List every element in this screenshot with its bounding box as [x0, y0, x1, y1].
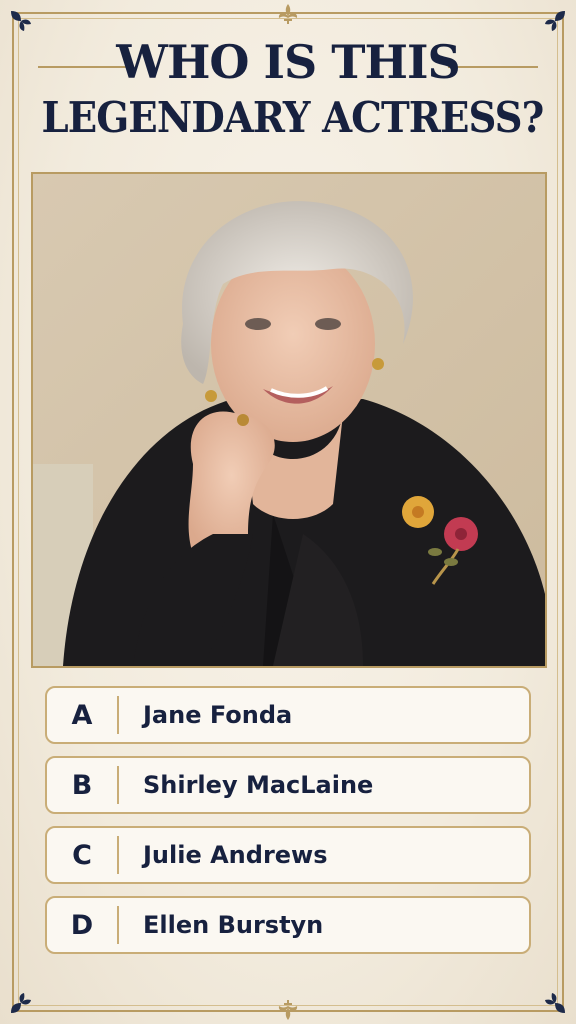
quiz-card: WHO IS THIS LEGENDARY ACTRESS? A Jane Fo…: [0, 0, 576, 1024]
answer-option-d[interactable]: D Ellen Burstyn: [45, 896, 531, 954]
answer-label: Shirley MacLaine: [143, 771, 374, 799]
answer-list: A Jane Fonda B Shirley MacLaine C Julie …: [45, 686, 531, 966]
answer-option-b[interactable]: B Shirley MacLaine: [45, 756, 531, 814]
answer-label: Ellen Burstyn: [143, 911, 324, 939]
answer-label: Jane Fonda: [143, 701, 293, 729]
answer-letter: D: [70, 909, 94, 941]
answer-letter: A: [71, 699, 93, 731]
corner-ornament-icon: [8, 8, 34, 34]
answer-option-a[interactable]: A Jane Fonda: [45, 686, 531, 744]
portrait-photo: [31, 172, 547, 668]
answer-letter: C: [72, 839, 92, 871]
title-line-2: LEGENDARY ACTRESS?: [41, 93, 544, 142]
fleur-de-lis-icon: [276, 999, 300, 1021]
corner-ornament-icon: [542, 8, 568, 34]
answer-label: Julie Andrews: [143, 841, 328, 869]
title-line-1: WHO IS THIS: [116, 35, 460, 89]
answer-letter: B: [71, 769, 93, 801]
corner-ornament-icon: [542, 990, 568, 1016]
corner-ornament-icon: [8, 990, 34, 1016]
fleur-de-lis-icon: [276, 3, 300, 25]
page-title: WHO IS THIS LEGENDARY ACTRESS?: [20, 34, 556, 162]
portrait-illustration: [33, 174, 545, 666]
answer-option-c[interactable]: C Julie Andrews: [45, 826, 531, 884]
